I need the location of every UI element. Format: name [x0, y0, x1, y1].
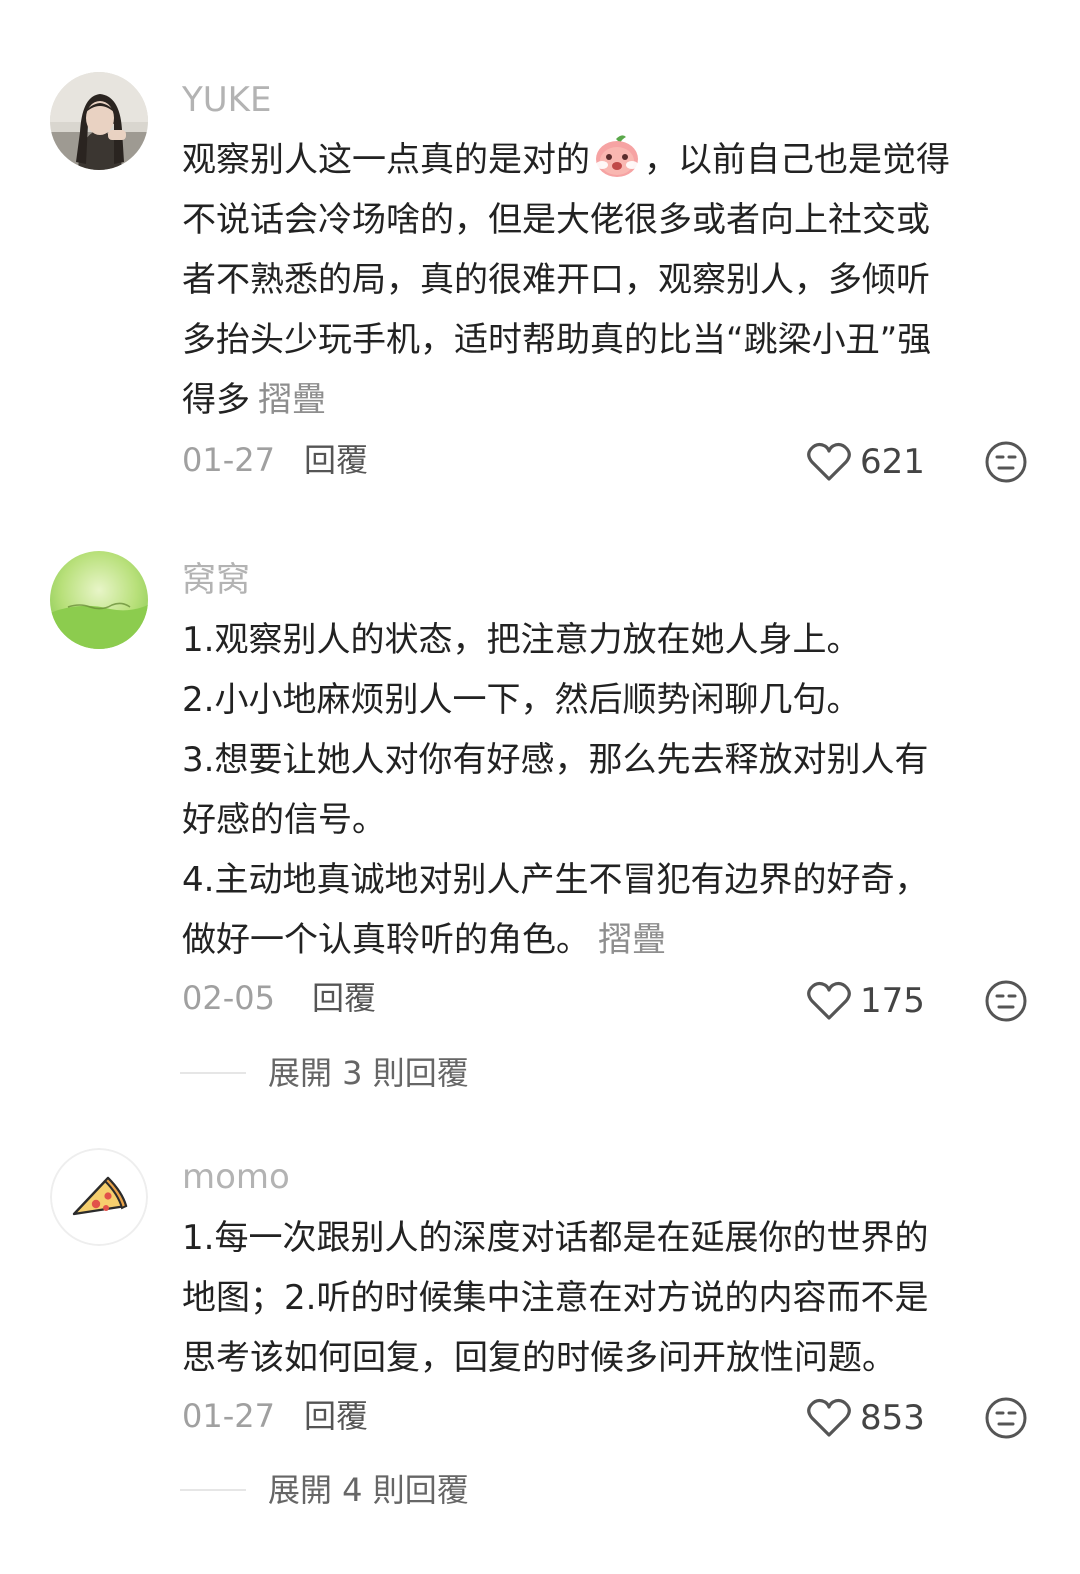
like-count: 621 [860, 442, 925, 482]
meh-face-icon [984, 440, 1028, 484]
expand-replies-label: 展開 3 則回覆 [268, 1054, 469, 1092]
comment-line: 好感的信号。 [182, 800, 386, 840]
comment-line: 思考该如何回复，回复的时候多问开放性问题。 [182, 1338, 896, 1378]
expand-replies-button[interactable]: 展開 4 則回覆 [180, 1468, 469, 1512]
heart-outline-icon [806, 1397, 852, 1439]
comment-text: 1.观察别人的状态，把注意力放在她人身上。 2.小小地麻烦别人一下，然后顺势闲聊… [182, 610, 1032, 970]
dislike-button[interactable] [984, 1396, 1028, 1440]
dislike-button[interactable] [984, 979, 1028, 1023]
comment-line: 2.小小地麻烦别人一下，然后顺势闲聊几句。 [182, 680, 861, 720]
comment-text: 观察别人这一点真的是对的 ，以前自己也是觉得 不说话会冷场啥的，但是大佬很多或者… [182, 130, 1032, 430]
username[interactable]: YUKE [182, 80, 271, 120]
comment-line: 1.观察别人的状态，把注意力放在她人身上。 [182, 620, 861, 660]
comment-line: 多抬头少玩手机，适时帮助真的比当“跳梁小丑”强 [182, 320, 932, 360]
dislike-button[interactable] [984, 440, 1028, 484]
reply-button[interactable]: 回覆 [304, 440, 368, 480]
comment-line: 不说话会冷场啥的，但是大佬很多或者向上社交或 [182, 200, 930, 240]
comment-line: 地图；2.听的时候集中注意在对方说的内容而不是 [182, 1278, 929, 1318]
avatar[interactable] [50, 1148, 148, 1246]
divider [180, 1072, 246, 1074]
comment-line: 3.想要让她人对你有好感，那么先去释放对别人有 [182, 740, 929, 780]
heart-outline-icon [806, 980, 852, 1022]
like-button[interactable]: 175 [806, 977, 925, 1025]
comment-line: 得多 摺疊 [182, 370, 1032, 430]
comment-text: 1.每一次跟别人的深度对话都是在延展你的世界的 地图；2.听的时候集中注意在对方… [182, 1208, 1032, 1388]
expand-replies-button[interactable]: 展開 3 則回覆 [180, 1051, 469, 1095]
avatar[interactable] [50, 72, 148, 170]
collapse-button[interactable]: 摺疊 [598, 920, 666, 960]
comment-date: 01-27 [182, 1397, 275, 1435]
meh-face-icon [984, 979, 1028, 1023]
comment-line: 做好一个认真聆听的角色。 摺疊 [182, 910, 1032, 970]
like-count: 853 [860, 1398, 925, 1438]
comment-date: 02-05 [182, 979, 275, 1017]
comment-line: 观察别人这一点真的是对的 ，以前自己也是觉得 [182, 130, 1032, 190]
like-button[interactable]: 853 [806, 1394, 925, 1442]
divider [180, 1489, 246, 1491]
username[interactable]: 窝窝 [182, 560, 250, 600]
comment-line-text: 做好一个认真聆听的角色。 [182, 920, 590, 960]
comment-date: 01-27 [182, 441, 275, 479]
like-button[interactable]: 621 [806, 438, 925, 486]
comment-line: 4.主动地真诚地对别人产生不冒犯有边界的好奇， [182, 860, 929, 900]
avatar[interactable] [50, 551, 148, 649]
username[interactable]: momo [182, 1157, 290, 1197]
comment-line-text: ，以前自己也是觉得 [644, 140, 950, 180]
meh-face-icon [984, 1396, 1028, 1440]
comment-line-text: 观察别人这一点真的是对的 [182, 140, 590, 180]
comment-line-text: 得多 [182, 380, 250, 420]
peach-face-emoji-icon [592, 133, 642, 179]
comment-line: 者不熟悉的局，真的很难开口，观察别人，多倾听 [182, 260, 930, 300]
comment-line: 1.每一次跟别人的深度对话都是在延展你的世界的 [182, 1218, 929, 1258]
reply-button[interactable]: 回覆 [304, 1396, 368, 1436]
expand-replies-label: 展開 4 則回覆 [268, 1471, 469, 1509]
heart-outline-icon [806, 441, 852, 483]
collapse-button[interactable]: 摺疊 [258, 380, 326, 420]
reply-button[interactable]: 回覆 [312, 978, 376, 1018]
like-count: 175 [860, 981, 925, 1021]
